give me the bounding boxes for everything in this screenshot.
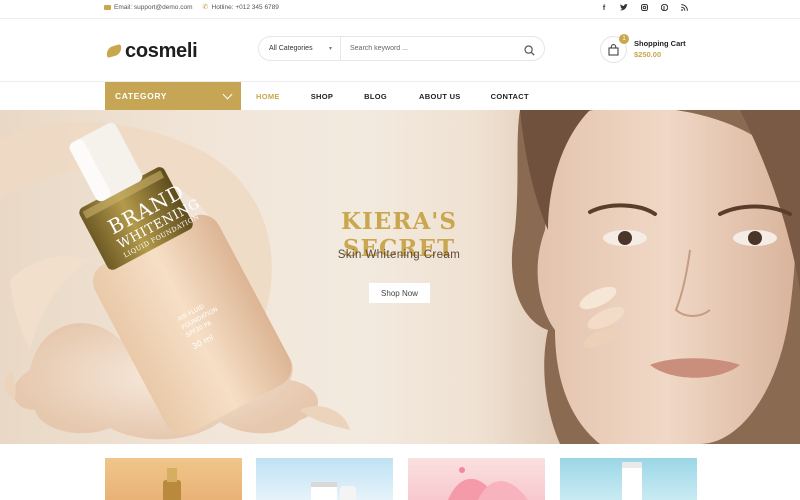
search-bar: All Categories ▾ <box>258 36 545 61</box>
instagram-icon[interactable] <box>640 4 648 15</box>
search-input[interactable] <box>341 45 511 52</box>
cart-count-badge: 1 <box>619 34 629 44</box>
featured-thumb-2[interactable] <box>256 458 393 500</box>
shopping-bag-icon <box>608 43 619 56</box>
envelope-icon <box>104 5 111 10</box>
featured-thumb-3[interactable] <box>408 458 545 500</box>
phone-icon: ✆ <box>202 3 209 11</box>
email-text: Email: support@demo.com <box>114 4 193 11</box>
hotline-text: Hotline: +012 345 6789 <box>211 4 279 11</box>
main-navigation: CATEGORY HOME SHOP BLOG ABOUT US CONTACT <box>0 82 800 110</box>
shopping-cart[interactable]: 1 Shopping Cart $250.00 <box>600 34 686 63</box>
contact-info: Email: support@demo.com ✆ Hotline: +012 … <box>104 4 279 11</box>
nav-item-about-us[interactable]: ABOUT US <box>419 92 461 101</box>
chevron-down-icon: ▾ <box>328 46 332 52</box>
nav-item-contact[interactable]: CONTACT <box>491 92 529 101</box>
nav-item-home[interactable]: HOME <box>256 92 280 101</box>
twitter-icon[interactable] <box>620 4 628 15</box>
chevron-down-icon <box>222 89 233 99</box>
nav-item-shop[interactable]: SHOP <box>311 92 333 101</box>
featured-thumb-4[interactable] <box>560 458 697 500</box>
cart-label: Shopping Cart <box>634 38 686 48</box>
featured-thumb-1[interactable] <box>105 458 242 500</box>
nav-item-blog[interactable]: BLOG <box>364 92 387 101</box>
site-header: cosmeli All Categories ▾ 1 Shopping Cart… <box>0 20 800 82</box>
category-dropdown[interactable]: CATEGORY <box>105 82 241 110</box>
product-image <box>448 467 528 500</box>
category-select-value: All Categories <box>269 45 313 52</box>
cart-total: $250.00 <box>634 49 662 59</box>
cart-summary: Shopping Cart $250.00 <box>634 39 686 61</box>
featured-strip <box>0 458 800 500</box>
pinterest-icon[interactable] <box>660 3 668 15</box>
product-image <box>622 462 642 500</box>
social-links: f <box>600 3 688 15</box>
top-bar: Email: support@demo.com ✆ Hotline: +012 … <box>0 0 800 19</box>
logo-text: cosmeli <box>125 40 198 62</box>
shop-now-button[interactable]: Shop Now <box>369 283 430 303</box>
hero-banner: BRAND WHITENING LIQUID FOUNDATION AIR FL… <box>0 110 800 444</box>
email-contact[interactable]: Email: support@demo.com <box>104 4 193 11</box>
product-image <box>163 468 181 500</box>
category-label: CATEGORY <box>115 91 168 101</box>
product-image <box>311 482 356 500</box>
search-icon <box>524 45 535 56</box>
site-logo[interactable]: cosmeli <box>104 40 198 62</box>
rss-icon[interactable] <box>680 4 688 15</box>
search-button[interactable] <box>524 43 535 56</box>
hero-subtitle: Skin Whitening Cream <box>337 249 461 261</box>
cart-bag[interactable]: 1 <box>600 34 629 63</box>
leaf-logo-icon <box>104 44 124 58</box>
category-select[interactable]: All Categories ▾ <box>259 37 341 60</box>
facebook-icon[interactable]: f <box>600 4 608 15</box>
nav-menu: HOME SHOP BLOG ABOUT US CONTACT <box>256 82 529 110</box>
hotline-contact[interactable]: ✆ Hotline: +012 345 6789 <box>202 3 279 12</box>
hero-artwork <box>0 110 800 444</box>
